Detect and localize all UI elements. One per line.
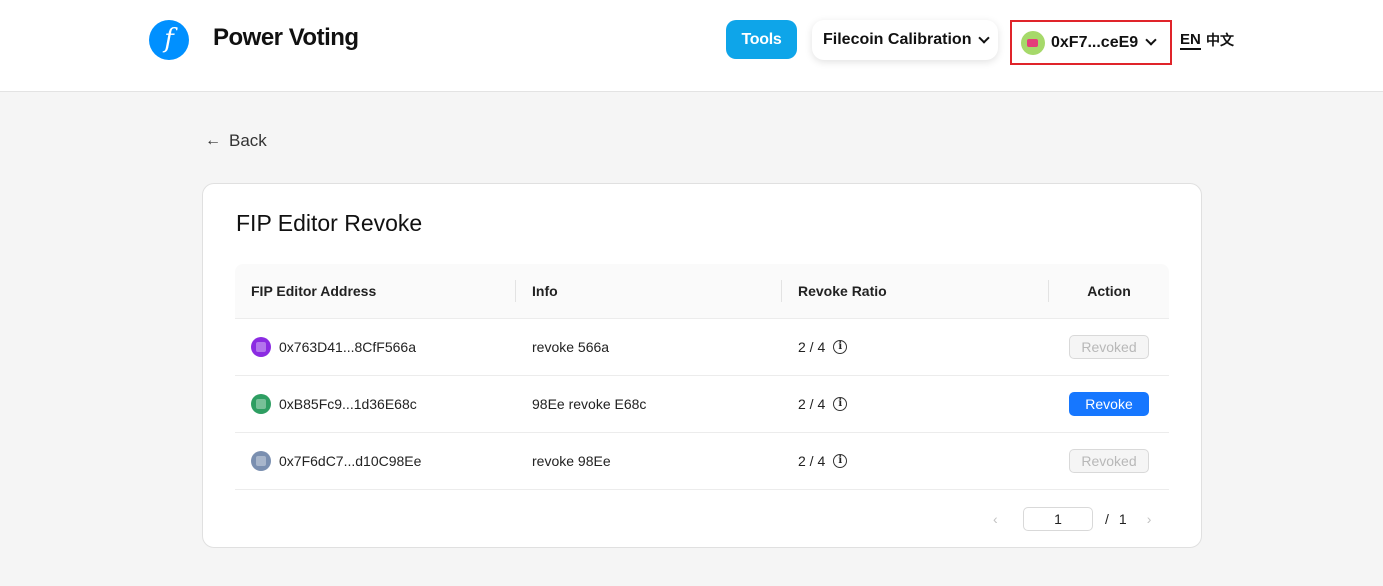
network-selector[interactable]: Filecoin Calibration — [812, 20, 998, 60]
revoked-button: Revoked — [1069, 449, 1149, 473]
info-icon[interactable]: i — [833, 397, 848, 411]
col-revoke-ratio: Revoke Ratio — [782, 264, 1049, 318]
chevron-down-icon — [1145, 34, 1157, 46]
col-address: FIP Editor Address — [235, 264, 516, 318]
info-cell: 98Ee revoke E68c — [532, 396, 647, 412]
table-row: 0xB85Fc9...1d36E68c 98Ee revoke E68c 2 /… — [235, 376, 1169, 433]
chevron-left-icon[interactable]: ‹ — [993, 511, 1007, 527]
revoke-button[interactable]: Revoke — [1069, 392, 1149, 416]
chevron-right-icon[interactable]: › — [1147, 511, 1161, 527]
info-icon[interactable]: i — [833, 454, 848, 468]
avatar — [251, 451, 271, 471]
pagination: ‹ 1 / 1 › — [993, 506, 1173, 532]
editor-table: FIP Editor Address Info Revoke Ratio Act… — [235, 264, 1169, 490]
table-row: 0x763D41...8CfF566a revoke 566a 2 / 4 i … — [235, 319, 1169, 376]
revoked-button: Revoked — [1069, 335, 1149, 359]
address-cell: 0xB85Fc9...1d36E68c — [235, 376, 516, 432]
address-text: 0x763D41...8CfF566a — [279, 339, 416, 355]
action-cell: Revoke — [1049, 376, 1169, 432]
revoke-card: FIP Editor Revoke FIP Editor Address Inf… — [202, 183, 1202, 548]
ratio-cell: 2 / 4 i — [782, 319, 1049, 375]
account-address: 0xF7...ceE9 — [1051, 33, 1139, 51]
table-row: 0x7F6dC7...d10C98Ee revoke 98Ee 2 / 4 i … — [235, 433, 1169, 490]
filecoin-logo-icon[interactable]: f — [149, 20, 189, 60]
back-link[interactable]: ← Back — [205, 131, 267, 151]
account-button[interactable]: 0xF7...ceE9 — [1010, 20, 1172, 65]
action-cell: Revoked — [1049, 433, 1169, 489]
arrow-left-icon: ← — [205, 132, 221, 149]
page-separator: / — [1105, 511, 1109, 527]
info-cell: revoke 566a — [532, 339, 610, 355]
table-header: FIP Editor Address Info Revoke Ratio Act… — [235, 264, 1169, 319]
page-title: FIP Editor Revoke — [236, 210, 423, 236]
info-cell: revoke 98Ee — [532, 453, 611, 469]
chevron-down-icon — [978, 31, 991, 44]
ratio-text: 2 / 4 — [798, 339, 826, 355]
page-total: 1 — [1118, 511, 1127, 527]
account-avatar — [1021, 30, 1045, 55]
ratio-cell: 2 / 4 i — [782, 433, 1049, 489]
network-label: Filecoin Calibration — [823, 31, 972, 48]
logo-glyph: f — [164, 24, 174, 54]
col-action: Action — [1087, 283, 1131, 299]
top-header: f Power Voting Tools Filecoin Calibratio… — [0, 0, 1383, 92]
address-text: 0xB85Fc9...1d36E68c — [279, 396, 417, 412]
avatar — [251, 394, 271, 414]
col-info: Info — [516, 264, 782, 318]
ratio-text: 2 / 4 — [798, 453, 826, 469]
action-cell: Revoked — [1049, 319, 1169, 375]
lang-en-link[interactable]: EN — [1180, 32, 1201, 50]
avatar — [251, 337, 271, 357]
ratio-text: 2 / 4 — [798, 396, 826, 412]
tools-button[interactable]: Tools — [726, 20, 797, 59]
address-cell: 0x7F6dC7...d10C98Ee — [235, 433, 516, 489]
back-label: Back — [229, 131, 267, 150]
info-icon[interactable]: i — [833, 340, 848, 354]
address-cell: 0x763D41...8CfF566a — [235, 319, 516, 375]
brand-title: Power Voting — [213, 24, 359, 51]
address-text: 0x7F6dC7...d10C98Ee — [279, 453, 422, 469]
lang-zh-link[interactable]: 中文 — [1206, 32, 1234, 48]
page-number-input[interactable]: 1 — [1023, 507, 1093, 531]
ratio-cell: 2 / 4 i — [782, 376, 1049, 432]
